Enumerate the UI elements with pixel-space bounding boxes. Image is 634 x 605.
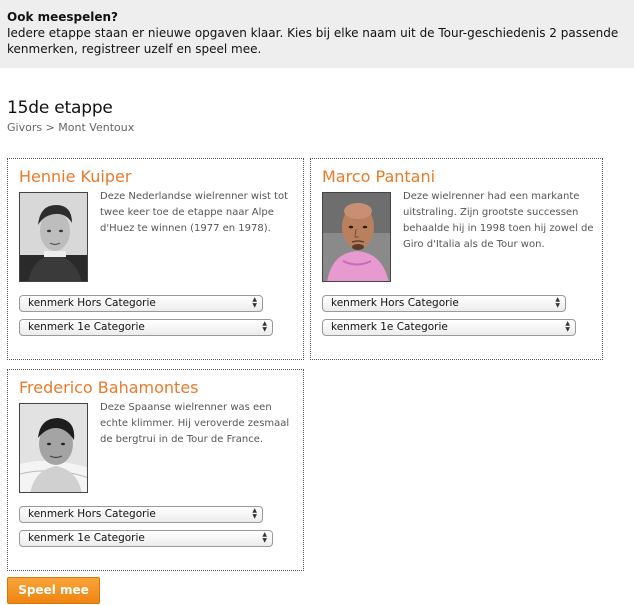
trait-select-1[interactable]: kenmerk Hors Categorie ▲ ▼ [19,506,263,523]
rider-photo [19,192,88,282]
rider-card-bahamontes: Frederico Bahamontes Deze Spaanse wielre… [7,369,304,571]
rider-description: Deze Nederlandse wielrenner wist tot twe… [100,191,289,234]
rider-description: Deze Spaanse wielrenner was een echte kl… [100,402,290,445]
trait-select-value: kenmerk 1e Categorie [28,321,145,333]
rider-card-kuiper: Hennie Kuiper Deze Nederlandse wielrenne… [7,158,304,360]
trait-select-value: kenmerk 1e Categorie [28,532,145,544]
intro-text: Iedere etappe staan er nieuwe opgaven kl… [7,26,619,56]
rider-photo [322,192,391,282]
play-button[interactable]: Speel mee [7,577,100,604]
rider-photo [19,403,88,493]
stage-route: Givors > Mont Ventoux [7,121,135,134]
intro-title: Ook meespelen? [7,10,119,24]
trait-select-1[interactable]: kenmerk Hors Categorie ▲ ▼ [19,295,263,312]
rider-name: Frederico Bahamontes [19,378,199,397]
trait-select-2[interactable]: kenmerk 1e Categorie ▲ ▼ [19,319,273,336]
intro-box: Ook meespelen? Iedere etappe staan er ni… [0,0,634,68]
select-arrows-icon: ▲ ▼ [555,296,560,309]
trait-select-value: kenmerk Hors Categorie [331,297,459,309]
trait-select-value: kenmerk 1e Categorie [331,321,448,333]
stage-title: 15de etappe [7,98,113,118]
select-arrows-icon: ▲ ▼ [565,320,570,333]
rider-name: Marco Pantani [322,167,436,186]
select-arrows-icon: ▲ ▼ [252,507,257,520]
select-arrows-icon: ▲ ▼ [252,296,257,309]
select-arrows-icon: ▲ ▼ [262,320,267,333]
trait-select-1[interactable]: kenmerk Hors Categorie ▲ ▼ [322,295,566,312]
trait-select-value: kenmerk Hors Categorie [28,508,156,520]
select-arrows-icon: ▲ ▼ [262,531,267,544]
trait-select-value: kenmerk Hors Categorie [28,297,156,309]
trait-select-2[interactable]: kenmerk 1e Categorie ▲ ▼ [322,319,576,336]
rider-card-pantani: Marco Pantani Deze wielrenner had een ma… [310,158,603,360]
trait-select-2[interactable]: kenmerk 1e Categorie ▲ ▼ [19,530,273,547]
rider-name: Hennie Kuiper [19,167,132,186]
rider-description: Deze wielrenner had een markante uitstra… [403,191,594,250]
